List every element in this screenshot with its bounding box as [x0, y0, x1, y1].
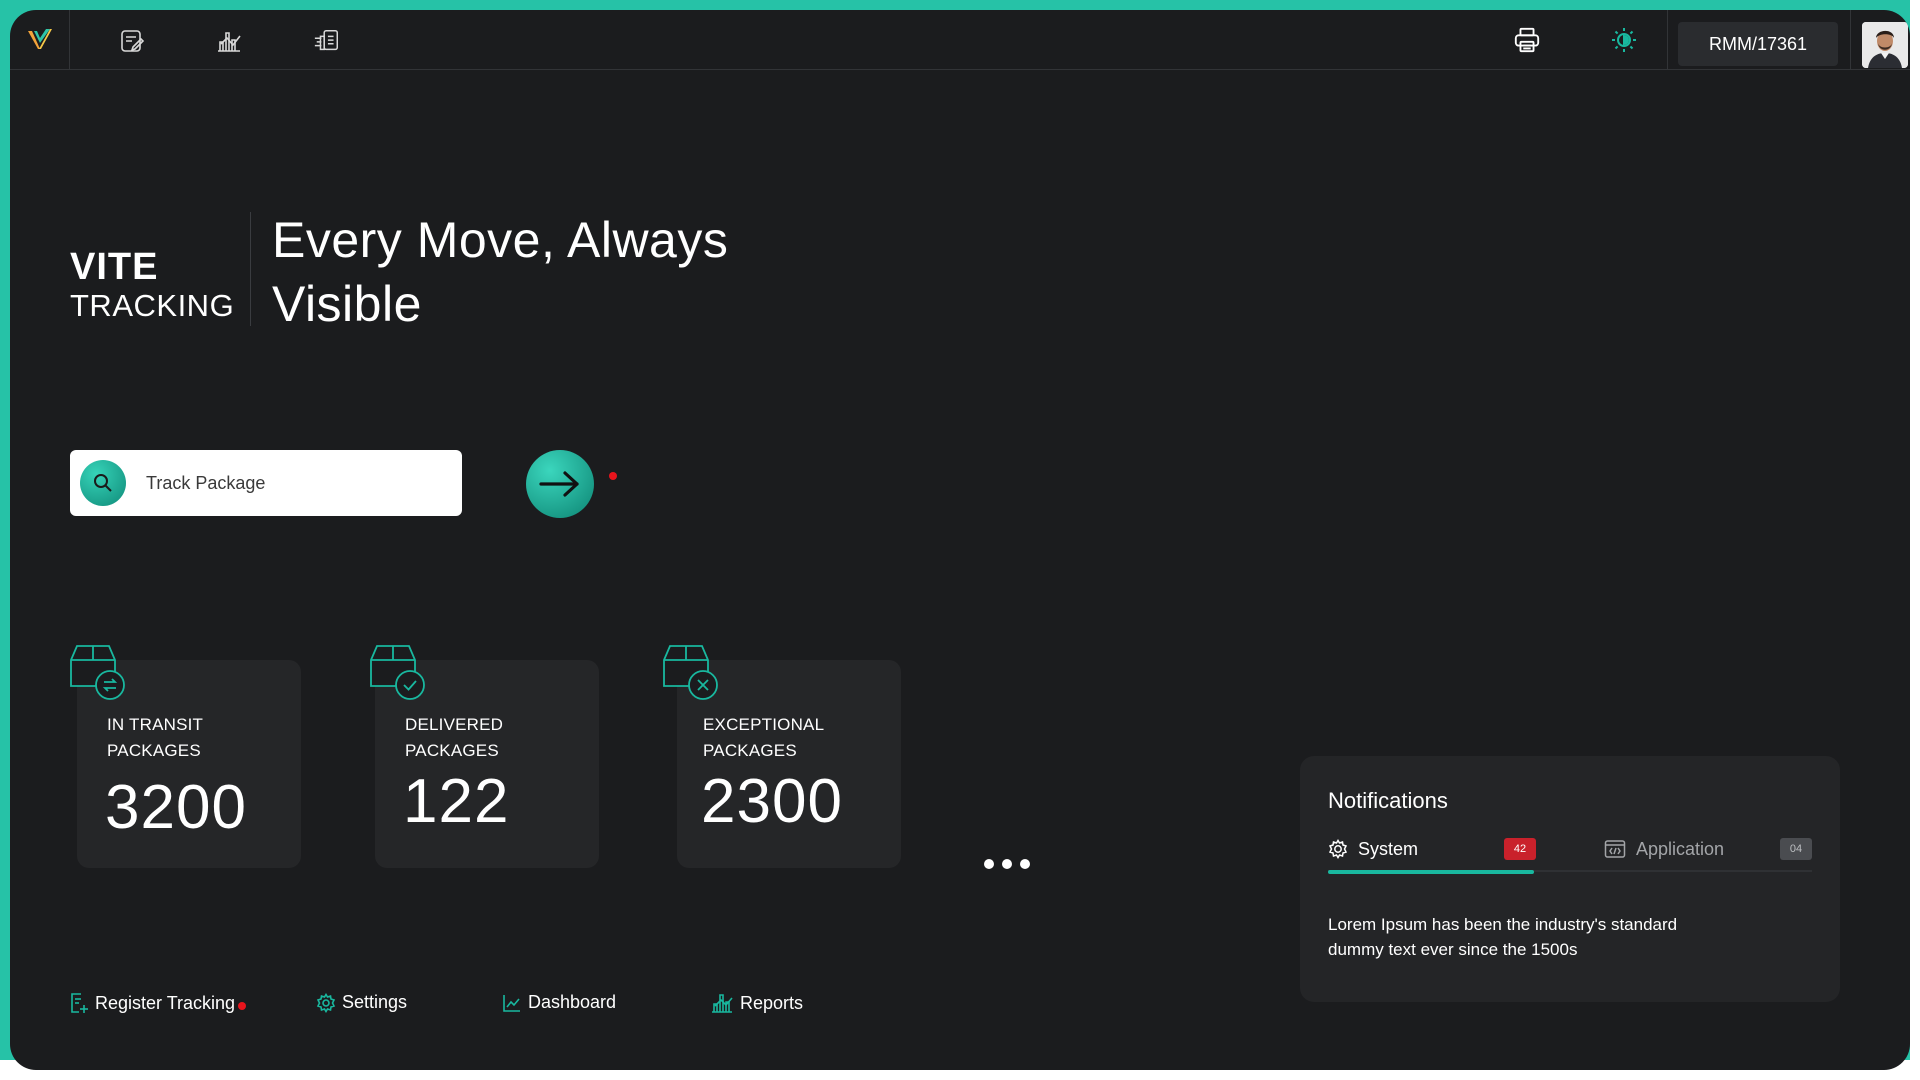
- tagline-line-1: Every Move, Always: [272, 212, 729, 268]
- sun-icon[interactable]: [1610, 26, 1638, 54]
- stat-value: 2300: [701, 767, 843, 836]
- topbar-divider: [1850, 10, 1851, 70]
- package-delivered-icon: [370, 645, 425, 700]
- nav-label: Reports: [740, 992, 804, 1013]
- brand-logo-text: VITE TRACKING: [70, 248, 234, 321]
- alert-dot: [238, 1002, 246, 1010]
- stat-label: EXCEPTIONAL PACKAGES: [703, 715, 825, 760]
- stat-label: DELIVERED PACKAGES: [405, 715, 504, 760]
- notifications-panel: Notifications System 42 Application 04 L…: [1300, 756, 1840, 1002]
- app-window: RMM/17361 VITE TRACKING Every Move, Alwa…: [10, 10, 1910, 1070]
- system-gear-icon: [1328, 839, 1348, 859]
- shipment-icon[interactable]: [313, 27, 341, 55]
- brand-name: VITE: [70, 246, 159, 288]
- active-tab-indicator: [1328, 870, 1534, 874]
- nav-register-tracking[interactable]: Register Tracking: [69, 992, 235, 1014]
- brand-subtitle: TRACKING: [70, 288, 235, 323]
- nav-label: Register Tracking: [95, 992, 236, 1013]
- system-count-badge: 42: [1504, 838, 1536, 860]
- nav-label: Settings: [342, 992, 408, 1012]
- tab-label: System: [1358, 838, 1419, 859]
- gear-icon: [316, 992, 336, 1013]
- printer-icon[interactable]: [1513, 26, 1541, 54]
- top-bar: RMM/17361: [10, 10, 1910, 70]
- more-options-button[interactable]: [984, 859, 1030, 869]
- alert-dot: [609, 472, 617, 480]
- vite-logo-icon[interactable]: [10, 10, 70, 70]
- nav-reports[interactable]: Reports: [710, 992, 803, 1014]
- user-avatar[interactable]: [1862, 22, 1908, 68]
- outer-border-right: [1910, 0, 1920, 1080]
- tab-application[interactable]: Application: [1604, 836, 1724, 862]
- nav-label: Dashboard: [528, 992, 617, 1012]
- tab-system[interactable]: System: [1328, 836, 1418, 862]
- search-icon[interactable]: [80, 460, 126, 506]
- track-submit-button[interactable]: [526, 450, 594, 518]
- notification-message[interactable]: Lorem Ipsum has been the industry's stan…: [1328, 912, 1728, 962]
- application-code-icon: [1604, 840, 1626, 858]
- application-count-badge: 04: [1780, 838, 1812, 860]
- hero-tagline: Every Move, Always Visible: [272, 208, 792, 336]
- nav-settings[interactable]: Settings: [316, 992, 407, 1013]
- tab-label: Application: [1636, 838, 1725, 859]
- hero-divider: [250, 212, 251, 326]
- stat-value: 3200: [105, 773, 247, 842]
- tagline-line-2: Visible: [272, 276, 422, 332]
- track-package-input[interactable]: [146, 472, 426, 494]
- analytics-icon[interactable]: [215, 27, 243, 55]
- track-package-search: [70, 450, 462, 516]
- notifications-tabs: System 42 Application 04: [1328, 836, 1812, 874]
- arrow-right-icon: [539, 471, 579, 497]
- topbar-divider: [1667, 10, 1668, 70]
- package-transit-icon: [70, 645, 125, 700]
- reports-icon: [712, 994, 733, 1013]
- register-icon: [71, 993, 88, 1013]
- notes-icon[interactable]: [118, 27, 146, 55]
- stat-label: IN TRANSIT PACKAGES: [107, 715, 204, 760]
- user-id-badge[interactable]: RMM/17361: [1678, 22, 1838, 66]
- notifications-title: Notifications: [1328, 788, 1448, 813]
- chart-line-icon: [503, 994, 520, 1012]
- package-exception-icon: [663, 645, 718, 700]
- nav-dashboard[interactable]: Dashboard: [502, 992, 616, 1013]
- stat-value: 122: [403, 767, 510, 836]
